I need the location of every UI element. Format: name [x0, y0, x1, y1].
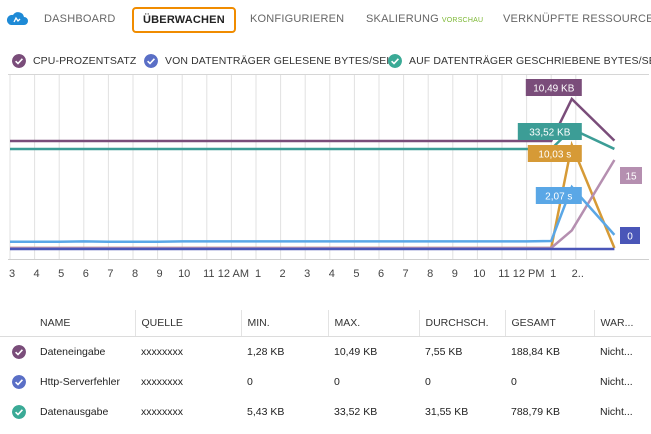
tab-ueberwachen[interactable]: ÜBERWACHEN: [132, 7, 236, 33]
tab-dashboard[interactable]: DASHBOARD: [44, 13, 115, 25]
x-tick-label: 4: [328, 268, 335, 280]
metrics-chart: 10,49 KB 33,52 KB 10,03 s 15 2,07 s 0: [8, 74, 649, 260]
cell-warnung: Nicht...: [600, 346, 633, 358]
legend-label: AUF DATENTRÄGER GESCHRIEBENE BYTES/SEK. …: [409, 55, 651, 67]
cell-gesamt: 788,79 KB: [511, 406, 561, 418]
x-tick-label: 11: [203, 268, 215, 280]
x-axis-ticks: 3 4 5 6 7 8 9 10 11 12 AM 1 2 3 4 5 6 7 8 9 10 11 12 PM 1 2..: [0, 268, 651, 284]
x-tick-label: 5: [58, 268, 65, 280]
table-row[interactable]: Dateneingabe xxxxxxxx 1,28 KB 10,49 KB 7…: [0, 337, 651, 368]
chart-canvas: 10,49 KB 33,52 KB 10,03 s 15 2,07 s 0: [9, 75, 642, 259]
check-circle-icon: [388, 54, 402, 68]
x-tick-label: 1: [254, 268, 262, 280]
column-header-durchschnitt[interactable]: DURCHSCH.: [418, 310, 505, 337]
check-circle-icon: [12, 54, 26, 68]
cell-min: 1,28 KB: [247, 346, 285, 358]
x-tick-label: 12 PM: [512, 268, 545, 280]
x-tick-label: 5: [353, 268, 360, 280]
chart-series-line: [10, 184, 616, 244]
preview-badge: VORSCHAU: [441, 17, 484, 24]
table-header-row: NAME QUELLE MIN. MAX. DURCHSCH. GESAMT W…: [0, 310, 651, 337]
cell-name: Dateneingabe: [40, 346, 106, 358]
cell-durchschnitt: 7,55 KB: [425, 346, 463, 358]
top-navigation: DASHBOARD ÜBERWACHEN KONFIGURIEREN SKALI…: [0, 0, 651, 38]
chart-series-line: [10, 159, 616, 250]
check-circle-icon[interactable]: [12, 405, 26, 419]
x-tick-label: 9: [156, 268, 163, 280]
cell-min: 5,43 KB: [247, 406, 285, 418]
x-tick-label: 3: [304, 268, 311, 280]
metric-legend: CPU-PROZENTSATZ VON DATENTRÄGER GELESENE…: [0, 52, 651, 70]
x-tick-label: 2: [279, 268, 286, 280]
chart-value-flag-label: 15: [625, 172, 637, 183]
check-circle-icon: [144, 54, 158, 68]
cell-max: 33,52 KB: [334, 406, 378, 418]
chart-value-flag-label: 10,03 s: [538, 150, 571, 161]
cloud-service-icon: [6, 12, 28, 25]
cell-gesamt: 188,84 KB: [511, 346, 561, 358]
cell-name: Datenausgabe: [40, 406, 109, 418]
x-tick-label: 6: [377, 268, 385, 280]
tab-verknuepfte-ressourcen[interactable]: VERKNÜPFTE RESSOURCEN: [503, 13, 651, 25]
check-circle-icon[interactable]: [12, 345, 26, 359]
x-tick-label: 8: [131, 268, 139, 280]
tab-skalierung-label: SKALIERUNG: [366, 13, 439, 25]
cell-quelle: xxxxxxxx: [141, 406, 183, 418]
chart-value-flag-label: 0: [627, 232, 633, 243]
x-tick-label: 9: [451, 268, 458, 280]
x-tick-label: 1: [550, 268, 557, 280]
tab-konfigurieren[interactable]: KONFIGURIEREN: [250, 13, 344, 25]
cell-warnung: Nicht...: [600, 406, 633, 418]
row-select-cell[interactable]: [0, 397, 34, 427]
select-column-header: [0, 310, 34, 337]
x-tick-label: 10: [473, 268, 486, 280]
table-row[interactable]: Http-Serverfehler xxxxxxxx 0 0 0 0 Nicht…: [0, 367, 651, 397]
x-tick-label: 12 AM: [217, 268, 249, 280]
legend-label: VON DATENTRÄGER GELESENE BYTES/SEK.: [165, 55, 397, 67]
column-header-min[interactable]: MIN.: [240, 310, 328, 337]
metrics-table: NAME QUELLE MIN. MAX. DURCHSCH. GESAMT W…: [0, 310, 651, 427]
cell-name: Http-Serverfehler: [40, 376, 120, 388]
cell-durchschnitt: 0: [425, 376, 431, 388]
table-row[interactable]: Datenausgabe xxxxxxxx 5,43 KB 33,52 KB 3…: [0, 397, 651, 427]
cell-durchschnitt: 31,55 KB: [425, 406, 469, 418]
row-select-cell[interactable]: [0, 367, 34, 397]
x-tick-label: 8: [427, 268, 434, 280]
x-tick-label: 3: [8, 268, 16, 280]
x-tick-label: 11: [498, 268, 510, 280]
x-tick-label: 10: [178, 268, 191, 280]
x-tick-label: 7: [107, 268, 114, 280]
column-header-name[interactable]: NAME: [34, 310, 135, 337]
cell-warnung: Nicht...: [600, 376, 633, 388]
cell-min: 0: [247, 376, 253, 388]
column-header-quelle[interactable]: QUELLE: [134, 310, 241, 337]
column-header-gesamt[interactable]: GESAMT: [504, 310, 594, 337]
legend-label: CPU-PROZENTSATZ: [33, 55, 137, 67]
column-header-max[interactable]: MAX.: [327, 310, 419, 337]
tab-skalierung[interactable]: SKALIERUNG VORSCHAU: [366, 13, 483, 25]
x-tick-label: 7: [402, 268, 409, 280]
column-header-warnung[interactable]: WAR...: [593, 310, 651, 337]
chart-value-flag-label: 2,07 s: [545, 192, 572, 203]
cell-gesamt: 0: [511, 376, 517, 388]
x-tick-label: 4: [33, 268, 40, 280]
check-circle-icon[interactable]: [12, 375, 26, 389]
cell-quelle: xxxxxxxx: [141, 346, 183, 358]
chart-series-line: [10, 140, 616, 250]
x-tick-label: 6: [82, 268, 89, 280]
cell-quelle: xxxxxxxx: [141, 376, 183, 388]
row-select-cell[interactable]: [0, 337, 34, 368]
chart-value-flag-label: 10,49 KB: [533, 84, 574, 95]
x-tick-label: 2..: [571, 268, 584, 280]
cell-max: 0: [334, 376, 340, 388]
cell-max: 10,49 KB: [334, 346, 378, 358]
chart-value-flag-label: 33,52 KB: [529, 128, 570, 139]
